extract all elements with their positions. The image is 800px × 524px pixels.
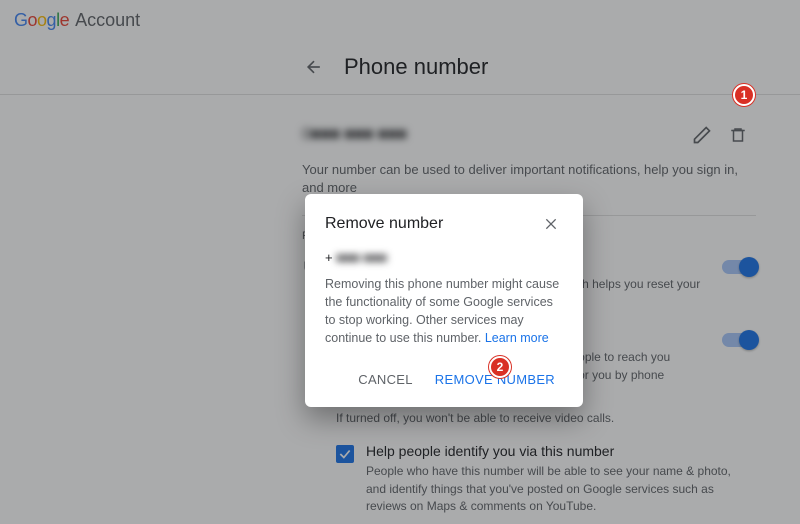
- close-icon: [543, 216, 559, 232]
- dialog-body: Removing this phone number might cause t…: [325, 275, 563, 348]
- dialog-phone: + ■■■ ■■■: [325, 250, 563, 265]
- dialog-title: Remove number: [325, 215, 539, 233]
- learn-more-link[interactable]: Learn more: [485, 331, 549, 345]
- annotation-badge-1: 1: [733, 84, 755, 106]
- annotation-badge-2: 2: [489, 356, 511, 378]
- dialog-close-button[interactable]: [539, 212, 563, 236]
- remove-number-dialog: Remove number + ■■■ ■■■ Removing this ph…: [305, 194, 583, 407]
- cancel-button[interactable]: CANCEL: [350, 366, 421, 393]
